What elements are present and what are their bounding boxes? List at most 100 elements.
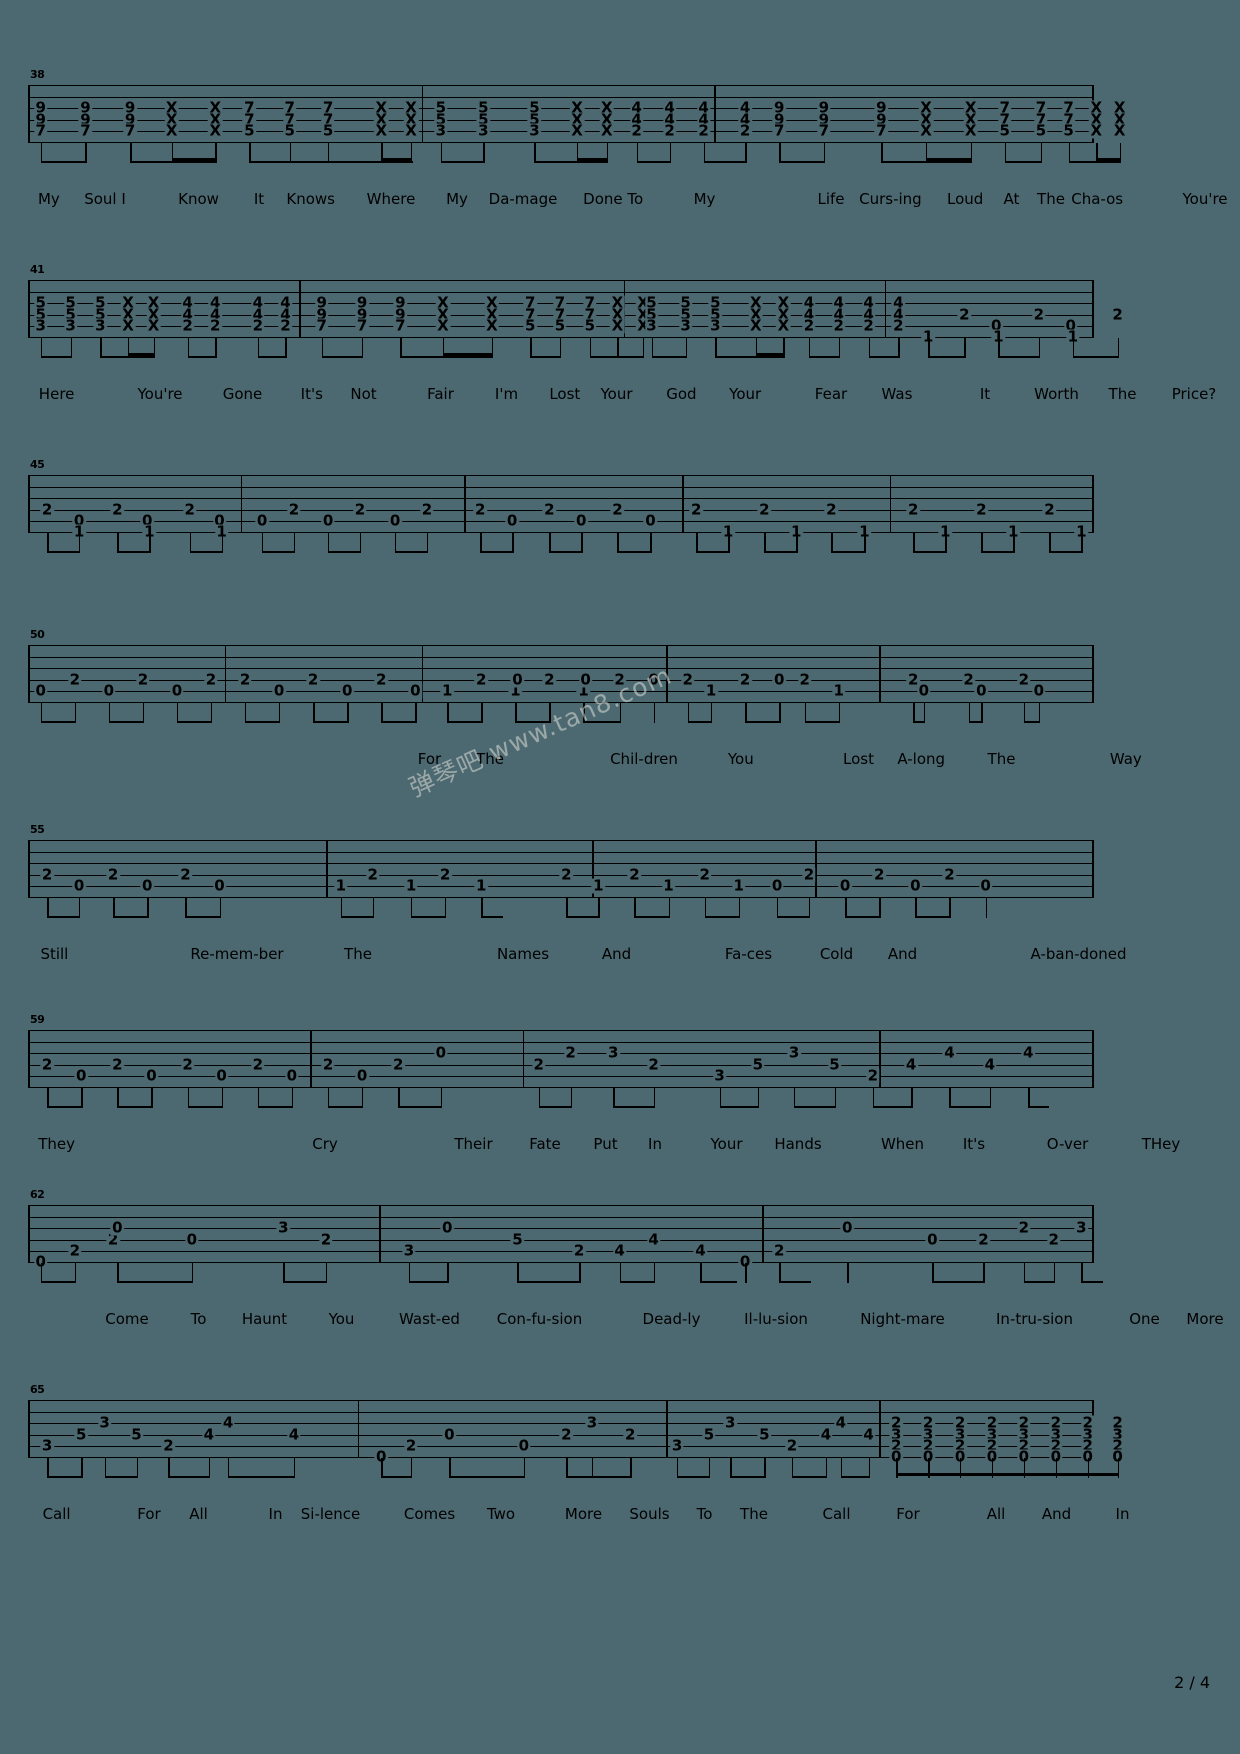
lyric-syllable: Still — [40, 945, 69, 963]
note-stem — [745, 143, 747, 163]
note-stem — [745, 703, 747, 723]
tab-note: 4 — [942, 1043, 957, 1062]
note-stem — [40, 1263, 43, 1283]
beam — [915, 916, 950, 919]
lyric-syllable: More — [1186, 1310, 1224, 1328]
barline — [224, 645, 227, 703]
tab-note: 0 — [140, 876, 154, 895]
note-stem — [440, 1088, 443, 1108]
lyric-syllable: Their — [454, 1135, 493, 1153]
note-stem — [191, 1263, 194, 1283]
note-stem — [808, 338, 811, 358]
barline — [240, 475, 243, 533]
beam — [176, 721, 211, 724]
barline — [714, 85, 716, 143]
note-stem — [1053, 1263, 1056, 1283]
note-stem — [1028, 1088, 1030, 1108]
beam — [47, 1106, 82, 1109]
beam — [328, 161, 414, 164]
note-stem — [669, 143, 671, 163]
tab-note: 2 — [559, 1425, 574, 1443]
beam — [831, 551, 865, 554]
tab-note: 2 — [861, 316, 876, 335]
tab-note: 2 — [532, 1055, 546, 1073]
lyric-syllable: Fair — [427, 385, 454, 403]
beam — [262, 551, 294, 554]
tab-note: 4 — [1021, 1043, 1035, 1062]
barline — [666, 645, 668, 703]
tab-note: 2 — [866, 1066, 880, 1085]
beam — [381, 1476, 412, 1479]
tab-note: 0 — [255, 511, 269, 530]
lyric-syllable: My — [693, 190, 716, 208]
note-stem — [945, 533, 947, 553]
rhythm-row — [28, 533, 1092, 559]
note-stem — [427, 533, 429, 553]
note-stem — [447, 1263, 449, 1283]
beam — [872, 1106, 912, 1109]
beam — [187, 356, 216, 359]
tab-note: X — [963, 121, 978, 140]
staff-line — [28, 1053, 1092, 1054]
note-stem — [868, 338, 870, 358]
beam — [730, 1476, 765, 1479]
beam — [249, 161, 329, 164]
lyric-syllable: Si-lence — [300, 1505, 361, 1523]
note-stem — [791, 1458, 794, 1478]
lyric-syllable: Your — [729, 385, 762, 403]
rhythm-row — [28, 1263, 1103, 1289]
beam — [340, 916, 373, 919]
tab-note: 3 — [434, 121, 448, 140]
beam — [130, 161, 216, 164]
tab-staff: 0220032035244402002223 — [28, 1205, 1095, 1270]
barline — [1092, 1205, 1095, 1263]
tab-note: 2 — [772, 1241, 786, 1260]
note-stem — [104, 1458, 106, 1478]
note-stem — [215, 143, 217, 163]
lyric-syllable: Price? — [1171, 385, 1217, 403]
staff-line — [28, 1205, 1092, 1206]
beam — [47, 551, 80, 554]
tab-note: X — [610, 316, 625, 335]
tab-note: 0 — [110, 1218, 125, 1237]
tab-note: 0 — [770, 876, 784, 895]
tab-note: 2 — [40, 500, 54, 518]
beam — [321, 356, 363, 359]
beam — [100, 356, 154, 359]
tab-note: 5 — [583, 316, 597, 335]
tab-note: 2 — [961, 670, 976, 688]
tab-note: 3 — [97, 1413, 112, 1432]
note-stem — [228, 1458, 230, 1478]
beam — [700, 1281, 737, 1284]
lyric-syllable: Life — [817, 190, 845, 208]
tab-note: 2 — [696, 121, 711, 140]
beam — [40, 1281, 75, 1284]
beam — [395, 551, 427, 554]
beam — [47, 1476, 82, 1479]
note-stem — [215, 338, 217, 358]
note-stem — [998, 338, 1000, 358]
tab-note: 3 — [585, 1413, 599, 1432]
beam — [913, 551, 946, 554]
note-stem — [447, 703, 449, 723]
tab-note: 5 — [827, 1055, 842, 1073]
beam — [398, 1106, 441, 1109]
note-stem — [1068, 143, 1070, 163]
tab-system: 38 9 9 7 9 9 7 9 9 7 X X X X X X 7 7 5 7 7 5 7 7 5 X X X X X X 5 5 3 5 5 3 5 5… — [28, 68, 1228, 208]
lyric-syllable: I'm — [494, 385, 519, 403]
note-stem — [868, 1458, 870, 1478]
tab-note: 0 — [517, 1436, 531, 1455]
tab-note: 4 — [904, 1055, 918, 1073]
lyric-syllable: Da-mage — [488, 190, 558, 208]
tab-note: 2 — [957, 305, 972, 323]
lyric-syllable: Fear — [814, 385, 848, 403]
tab-staff: 202020121212121210202020 — [28, 840, 1095, 898]
beam — [583, 721, 620, 724]
tab-note: 5 — [553, 316, 567, 335]
note-stem — [285, 338, 287, 358]
note-stem — [130, 143, 132, 163]
note-stem — [208, 1458, 211, 1478]
page-number: 2 / 4 — [1174, 1673, 1210, 1692]
note-stem — [279, 703, 281, 723]
note-stem — [359, 533, 362, 553]
